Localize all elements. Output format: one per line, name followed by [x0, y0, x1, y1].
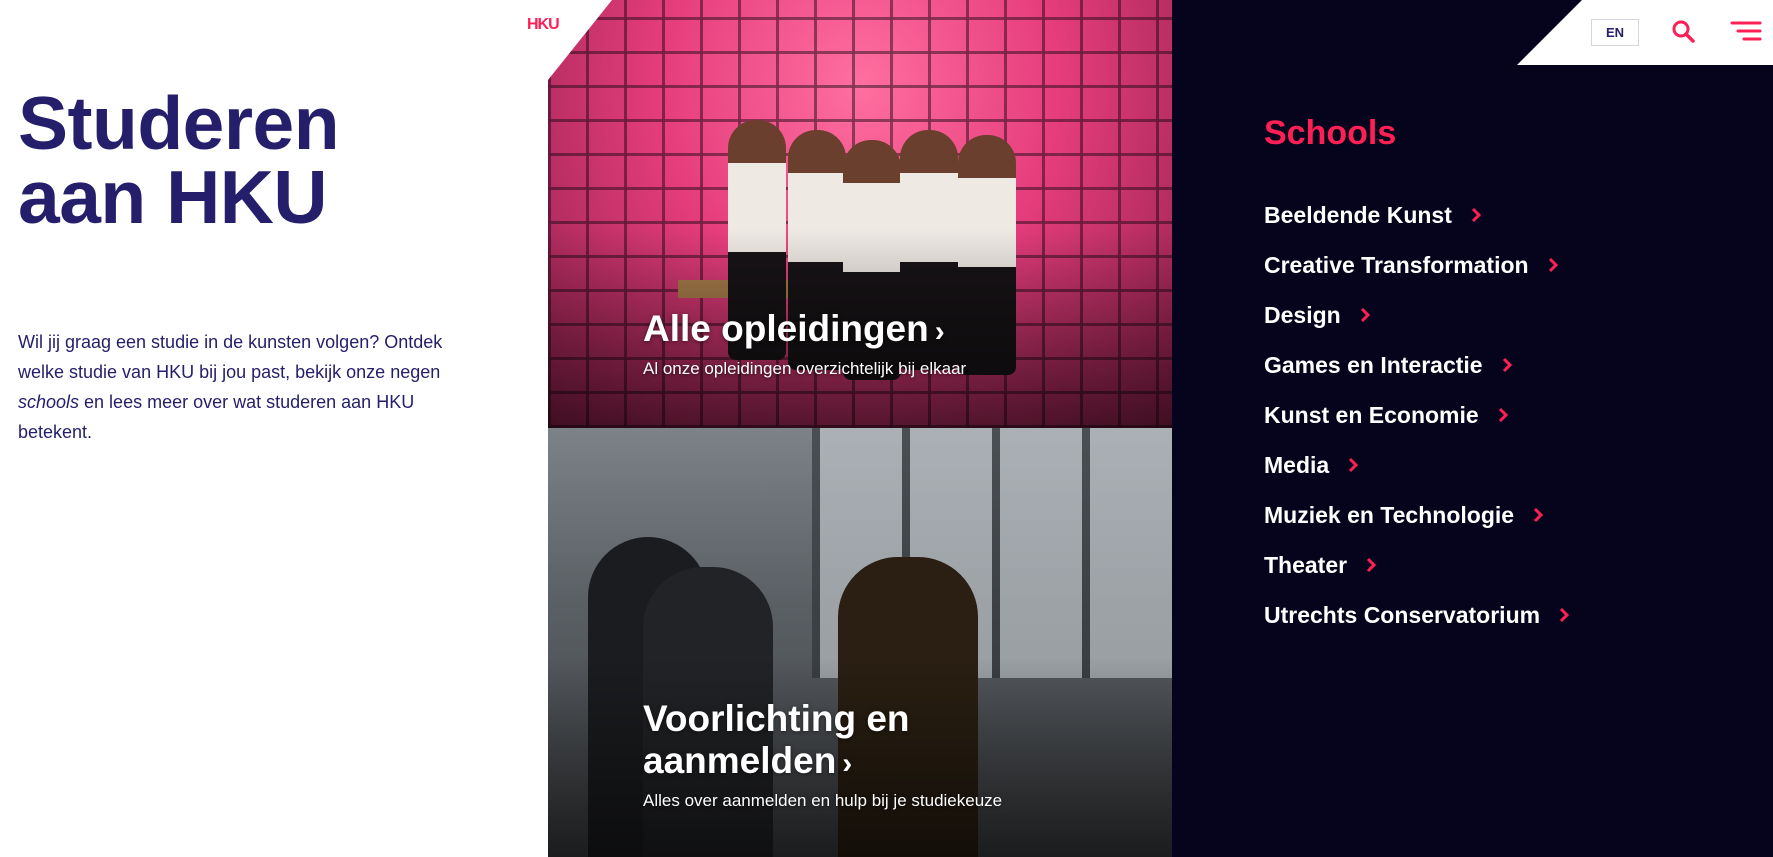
chevron-right-icon — [1547, 257, 1559, 273]
language-button[interactable]: EN — [1591, 19, 1639, 46]
top-bar-notch — [1517, 0, 1582, 65]
hku-logo[interactable]: HKU — [527, 16, 560, 34]
page-title-line2: aan HKU — [18, 155, 328, 239]
tile-heading[interactable]: Voorlichting en aanmelden › — [643, 698, 1002, 785]
tile-alle-opleidingen[interactable]: Alle opleidingen › Al onze opleidingen ov… — [548, 0, 1172, 428]
intro-text: Wil jij graag een studie in de kunsten v… — [18, 327, 458, 447]
tile-subtitle: Al onze opleidingen overzichtelijk bij e… — [643, 359, 967, 378]
school-link-label: Utrechts Conservatorium — [1264, 601, 1541, 628]
hamburger-menu-icon — [1730, 21, 1762, 41]
school-link-label: Media — [1264, 451, 1330, 478]
school-link-utrechts-conservatorium[interactable]: Utrechts Conservatorium — [1264, 590, 1570, 640]
chevron-right-icon — [1359, 307, 1371, 323]
school-link-games-en-interactie[interactable]: Games en Interactie — [1264, 340, 1570, 390]
school-link-label: Design — [1264, 301, 1341, 328]
tile-heading[interactable]: Alle opleidingen › — [643, 308, 966, 353]
school-link-media[interactable]: Media — [1264, 440, 1570, 490]
chevron-right-icon — [1470, 207, 1482, 223]
intro-text-part1: Wil jij graag een studie in de kunsten v… — [18, 332, 443, 382]
school-link-label: Creative Transformation — [1264, 251, 1529, 278]
school-link-muziek-en-technologie[interactable]: Muziek en Technologie — [1264, 490, 1570, 540]
page-title-line1: Studeren — [18, 81, 340, 165]
chevron-right-icon — [1347, 457, 1359, 473]
schools-list: Beeldende Kunst Creative Transformation … — [1264, 190, 1570, 640]
intro-text-italic: schools — [18, 392, 80, 412]
school-link-label: Games en Interactie — [1264, 351, 1483, 378]
chevron-right-icon — [1558, 607, 1570, 623]
search-icon — [1672, 20, 1695, 43]
chevron-right-icon — [1497, 407, 1509, 423]
chevron-right-icon — [1501, 357, 1513, 373]
intro-section: Studeren aan HKU Wil jij graag een studi… — [0, 0, 548, 857]
chevron-right-icon — [1532, 507, 1544, 523]
page-title: Studeren aan HKU — [18, 81, 340, 239]
tile-heading-line1: Voorlichting en — [643, 698, 910, 739]
tile-text: Voorlichting en aanmelden › Alles over aa… — [643, 698, 1002, 811]
schools-heading: Schools — [1264, 114, 1397, 152]
menu-button[interactable] — [1730, 18, 1762, 46]
school-link-kunst-en-economie[interactable]: Kunst en Economie — [1264, 390, 1570, 440]
tile-subtitle: Alles over aanmelden en hulp bij je stud… — [643, 791, 1003, 810]
school-link-beeldende-kunst[interactable]: Beeldende Kunst — [1264, 190, 1570, 240]
school-link-creative-transformation[interactable]: Creative Transformation — [1264, 240, 1570, 290]
school-link-label: Muziek en Technologie — [1264, 501, 1515, 528]
tile-text: Alle opleidingen › Al onze opleidingen ov… — [643, 308, 966, 379]
school-link-label: Beeldende Kunst — [1264, 201, 1452, 228]
school-link-label: Theater — [1264, 551, 1348, 578]
tile-voorlichting-aanmelden[interactable]: Voorlichting en aanmelden › Alles over aa… — [548, 428, 1172, 857]
tile-heading-text: Alle opleidingen — [643, 308, 929, 349]
tile-heading-line2: aanmelden — [643, 740, 837, 781]
tile-corner-cut — [548, 0, 612, 80]
search-button[interactable] — [1670, 18, 1698, 46]
chevron-right-icon — [1365, 557, 1377, 573]
school-link-theater[interactable]: Theater — [1264, 540, 1570, 590]
school-link-label: Kunst en Economie — [1264, 401, 1479, 428]
school-link-design[interactable]: Design — [1264, 290, 1570, 340]
chevron-right-icon: › — [842, 747, 853, 780]
chevron-right-icon: › — [934, 315, 945, 348]
